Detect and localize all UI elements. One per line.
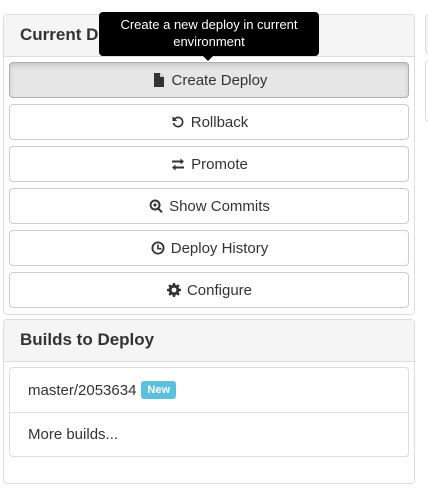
promote-label: Promote xyxy=(191,155,248,173)
tooltip-arrow xyxy=(203,56,213,61)
rollback-label: Rollback xyxy=(190,113,249,131)
deploy-history-button[interactable]: Deploy History xyxy=(9,230,409,266)
clock-icon xyxy=(150,240,166,256)
builds-to-deploy-heading: Builds to Deploy xyxy=(4,320,414,362)
more-builds-link[interactable]: More builds... xyxy=(10,412,408,456)
more-builds-label: More builds... xyxy=(28,426,119,443)
new-badge: New xyxy=(141,381,177,399)
build-label: master/2053634 xyxy=(28,381,137,399)
current-deploy-actions: Create Deploy Rollback Promote Show Comm… xyxy=(4,57,414,308)
builds-list: master/2053634 New More builds... xyxy=(9,367,409,457)
file-icon xyxy=(151,72,167,88)
search-zoom-icon xyxy=(148,198,164,214)
show-commits-button[interactable]: Show Commits xyxy=(9,188,409,224)
promote-arrows-icon xyxy=(170,156,186,172)
rollback-icon xyxy=(170,114,186,130)
configure-label: Configure xyxy=(186,281,253,299)
builds-to-deploy-panel: Builds to Deploy master/2053634 New More… xyxy=(3,319,415,484)
configure-button[interactable]: Configure xyxy=(9,272,409,308)
rollback-button[interactable]: Rollback xyxy=(9,104,409,140)
promote-button[interactable]: Promote xyxy=(9,146,409,182)
gear-icon xyxy=(166,282,182,298)
create-deploy-tooltip: Create a new deploy in current environme… xyxy=(99,12,319,56)
deploy-history-label: Deploy History xyxy=(170,239,269,257)
create-deploy-button[interactable]: Create Deploy xyxy=(9,62,409,98)
create-deploy-label: Create Deploy xyxy=(171,71,268,89)
build-item-master[interactable]: master/2053634 New xyxy=(10,368,408,412)
show-commits-label: Show Commits xyxy=(169,197,270,215)
